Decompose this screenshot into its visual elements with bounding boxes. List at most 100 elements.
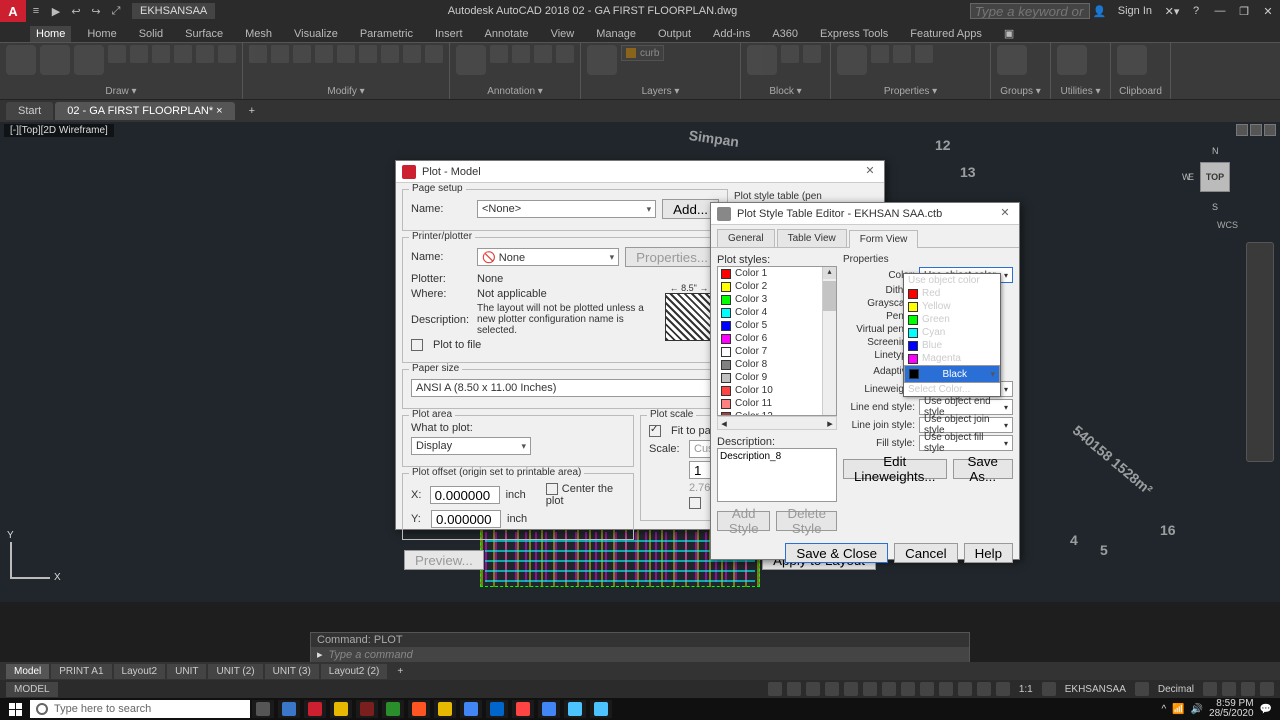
pst-titlebar[interactable]: Plot Style Table Editor - EKHSAN SAA.ctb… <box>711 203 1019 225</box>
x-input[interactable] <box>430 486 500 504</box>
command-placeholder[interactable]: Type a command <box>329 649 413 661</box>
plot-style-item[interactable]: Color 11 <box>718 397 836 410</box>
tb-app-1[interactable] <box>278 700 300 718</box>
color-option[interactable]: Select Color... <box>904 383 1000 396</box>
signin-link[interactable]: Sign In <box>1118 5 1152 17</box>
doctab-floorplan[interactable]: 02 - GA FIRST FLOORPLAN* × <box>55 102 234 120</box>
viewport-max[interactable] <box>1250 124 1262 136</box>
viewport-min[interactable] <box>1236 124 1248 136</box>
tb-app-4[interactable] <box>356 700 378 718</box>
plot-style-item[interactable]: Color 4 <box>718 306 836 319</box>
qa-redo[interactable]: ↪ <box>86 5 106 18</box>
layout-tab-6[interactable]: Layout2 (2) <box>321 664 388 679</box>
color-option[interactable]: Magenta <box>904 352 1000 365</box>
doctab-start[interactable]: Start <box>6 102 53 120</box>
ribbon-tab-express[interactable]: Express Tools <box>814 26 894 42</box>
plot-style-item[interactable]: Color 10 <box>718 384 836 397</box>
status-template[interactable]: EKHSANSAA <box>1061 684 1130 695</box>
qa-undo[interactable]: ↩ <box>66 5 86 18</box>
panel-clipboard-label[interactable]: Clipboard <box>1117 86 1164 97</box>
tray-vol-icon[interactable]: 🔊 <box>1191 704 1203 715</box>
plot-style-item[interactable]: Color 2 <box>718 280 836 293</box>
window-minimize[interactable]: — <box>1208 5 1232 17</box>
color-option[interactable]: Yellow <box>904 300 1000 313</box>
tb-app-5[interactable] <box>382 700 404 718</box>
status-trans-icon[interactable] <box>939 682 953 696</box>
pst-tab-formview[interactable]: Form View <box>849 230 919 248</box>
pst-desc-input[interactable]: Description_8 <box>717 448 837 502</box>
qa-menu[interactable]: ≡ <box>26 5 46 17</box>
lineend-select[interactable]: Use object end style <box>919 399 1013 415</box>
help-icon[interactable]: ? <box>1184 5 1208 17</box>
panel-properties-label[interactable]: Properties ▾ <box>837 86 984 97</box>
command-line[interactable]: Command: PLOT ▸Type a command <box>310 632 970 662</box>
plot-style-item[interactable]: Color 7 <box>718 345 836 358</box>
panel-groups-label[interactable]: Groups ▾ <box>997 86 1044 97</box>
add-style-button[interactable]: Add Style <box>717 511 770 531</box>
color-option[interactable]: Cyan <box>904 326 1000 339</box>
status-iso-icon[interactable] <box>1203 682 1217 696</box>
scroll-up[interactable]: ▴ <box>823 267 836 279</box>
viewcube[interactable]: TOP N S W E <box>1180 142 1250 212</box>
navigation-bar[interactable] <box>1246 242 1274 462</box>
ribbon-tab-a360[interactable]: A360 <box>766 26 804 42</box>
status-3dosnap-icon[interactable] <box>863 682 877 696</box>
help-button[interactable]: Help <box>964 543 1013 563</box>
layout-tab-3[interactable]: UNIT <box>167 664 206 679</box>
ribbon-tab-insert[interactable]: Insert <box>429 26 469 42</box>
plot-dialog-titlebar[interactable]: Plot - Model ✕ <box>396 161 884 183</box>
ribbon-tab-solid[interactable]: Solid <box>133 26 169 42</box>
color-option[interactable]: Red <box>904 287 1000 300</box>
plot-style-item[interactable]: Color 1 <box>718 267 836 280</box>
ribbon-tab-home[interactable]: Home <box>30 26 71 42</box>
status-units[interactable]: Decimal <box>1154 684 1198 695</box>
status-otrack-icon[interactable] <box>882 682 896 696</box>
plot-style-item[interactable]: Color 6 <box>718 332 836 345</box>
status-custom-icon[interactable] <box>1260 682 1274 696</box>
save-close-button[interactable]: Save & Close <box>785 543 888 563</box>
color-option[interactable]: Blue <box>904 339 1000 352</box>
viewport-label[interactable]: [-][Top][2D Wireframe] <box>4 124 114 137</box>
plot-to-file-check[interactable] <box>411 339 423 351</box>
qa-play[interactable]: ▶ <box>46 5 66 18</box>
tray-wifi-icon[interactable]: 📶 <box>1172 704 1184 715</box>
plot-styles-list[interactable]: Color 1Color 2Color 3Color 4Color 5Color… <box>717 266 837 416</box>
pst-tab-tableview[interactable]: Table View <box>777 229 847 247</box>
page-name-select[interactable]: <None> <box>477 200 656 218</box>
user-icon[interactable]: 👤 <box>1090 5 1110 18</box>
cancel-button[interactable]: Cancel <box>894 543 958 563</box>
ucs-icon[interactable]: Y X <box>10 542 60 592</box>
viewport-close[interactable] <box>1264 124 1276 136</box>
color-option[interactable]: Black <box>904 365 1000 383</box>
status-scale[interactable]: 1:1 <box>1015 684 1037 695</box>
panel-layers-label[interactable]: Layers ▾ <box>587 86 734 97</box>
panel-block-label[interactable]: Block ▾ <box>747 86 824 97</box>
tb-app-2[interactable] <box>304 700 326 718</box>
tb-app-9[interactable] <box>486 700 508 718</box>
tb-app-11[interactable] <box>538 700 560 718</box>
plot-style-item[interactable]: Color 5 <box>718 319 836 332</box>
start-button[interactable] <box>0 698 30 720</box>
status-snap-icon[interactable] <box>787 682 801 696</box>
pst-tab-general[interactable]: General <box>717 229 775 247</box>
ribbon-tab-view[interactable]: View <box>545 26 581 42</box>
plot-style-item[interactable]: Color 9 <box>718 371 836 384</box>
layout-tab-add[interactable]: + <box>389 664 411 679</box>
taskbar-search[interactable]: Type here to search <box>30 700 250 718</box>
save-as-button[interactable]: Save As... <box>953 459 1014 479</box>
status-osnap-icon[interactable] <box>844 682 858 696</box>
tb-app-3[interactable] <box>330 700 352 718</box>
tb-app-13[interactable] <box>590 700 612 718</box>
tb-app-7[interactable] <box>434 700 456 718</box>
plot-style-item[interactable]: Color 8 <box>718 358 836 371</box>
ribbon-tab-extra[interactable]: ▣ <box>998 25 1020 42</box>
doctab-new[interactable]: + <box>237 102 267 120</box>
ribbon-tab-output[interactable]: Output <box>652 26 697 42</box>
layout-tab-model[interactable]: Model <box>6 664 49 679</box>
tray-clock[interactable]: 8:59 PM28/5/2020 <box>1209 699 1254 719</box>
ribbon-tab-parametric[interactable]: Parametric <box>354 26 419 42</box>
workspace-switcher[interactable]: EKHSANSAA <box>132 3 215 19</box>
edit-lineweights-button[interactable]: Edit Lineweights... <box>843 459 947 479</box>
color-option[interactable]: Use object color <box>904 274 1000 287</box>
system-tray[interactable]: ^ 📶 🔊 8:59 PM28/5/2020 💬 <box>1161 699 1280 719</box>
